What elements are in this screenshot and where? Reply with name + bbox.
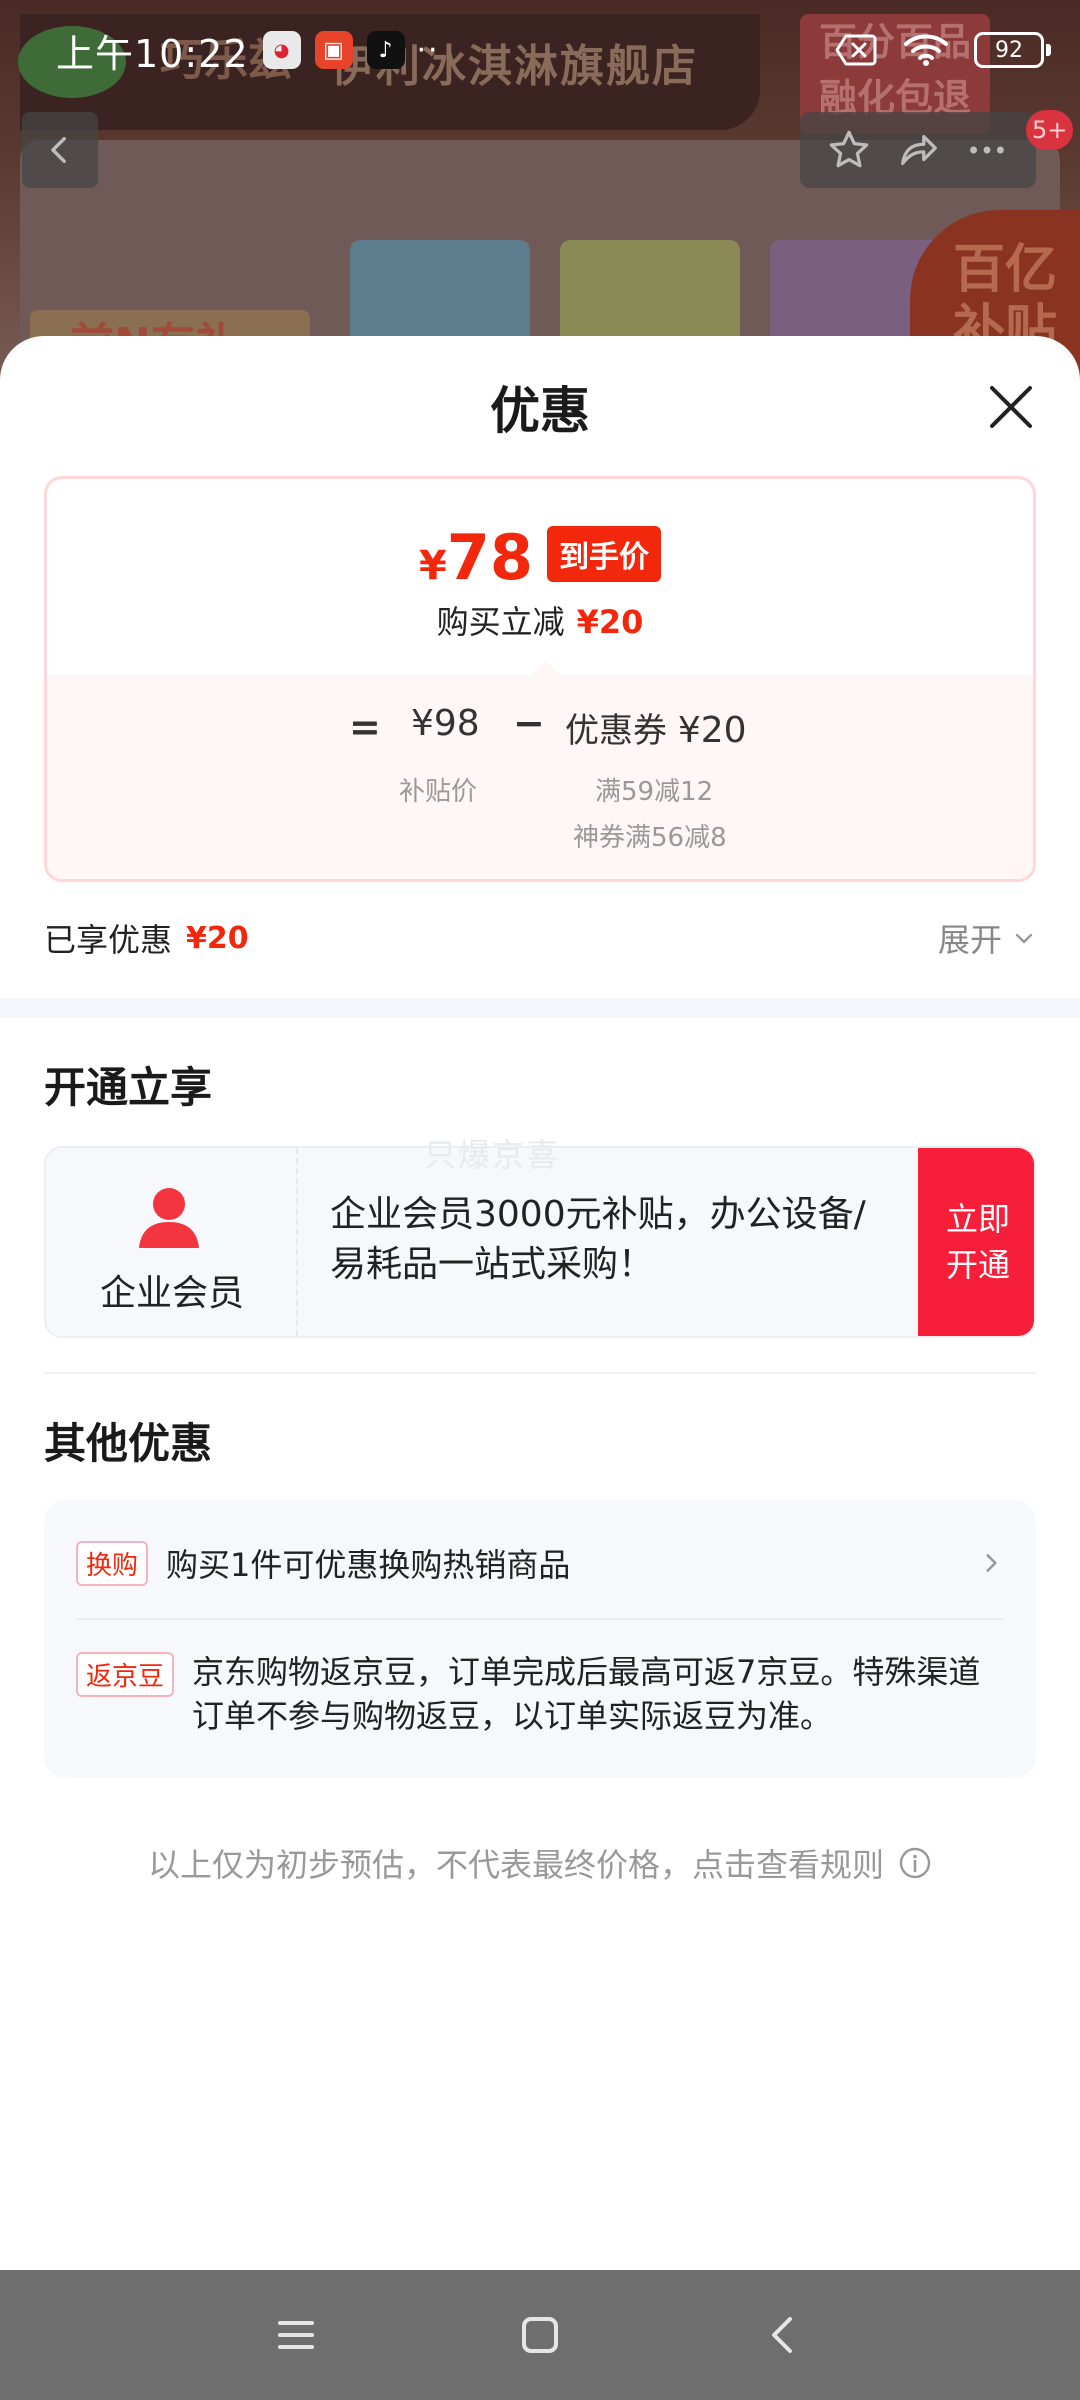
wifi-icon: [904, 34, 948, 66]
chevron-right-icon: [986, 1554, 997, 1572]
section-divider: [0, 998, 1080, 1018]
more-icon[interactable]: [964, 127, 1010, 173]
status-bar: 上午10:22 ◕ ▣ ♪ ·· 92: [0, 0, 1080, 100]
notification-app-icon-2: ▣: [314, 31, 353, 69]
list-separator: [76, 1618, 1004, 1620]
sheet-title: 优惠: [490, 382, 590, 440]
final-price-tag: 到手价: [547, 526, 662, 582]
price-breakdown-card: ¥78 到手价 购买立减 ¥20 = ¥98 − 优惠券 ¥20 补贴价 满59减…: [44, 476, 1036, 882]
chevron-down-icon: [1015, 933, 1033, 944]
status-more-indicator: ··: [416, 32, 440, 68]
coupon-amount: 优惠券 ¥20: [565, 703, 747, 752]
jingdou-text: 京东购物返京豆，订单完成后最高可返7京豆。特殊渠道订单不参与购物返豆，以订单实际…: [192, 1653, 981, 1735]
discount-sheet: 优惠 ¥78 到手价 购买立减 ¥20 = ¥98 − 优惠券 ¥20 补贴价 满…: [0, 336, 1080, 2270]
expand-button[interactable]: 展开: [938, 915, 1036, 961]
final-price-value: 78: [446, 521, 534, 594]
subsidy-price: ¥98: [411, 703, 480, 744]
enjoyed-discount-label: 已享优惠: [44, 921, 173, 959]
other-discounts-list: 换购 购买1件可优惠换购热销商品 返京豆 京东购物返京豆，订单完成后最高可返7京…: [44, 1500, 1036, 1778]
final-price-row: ¥78 到手价: [47, 523, 1033, 601]
expand-label: 展开: [937, 921, 1002, 959]
final-price: ¥78: [419, 523, 533, 601]
subsidy-price-label: 补贴价: [399, 777, 478, 807]
sim-off-icon: [835, 34, 877, 66]
calc-equals: =: [349, 705, 381, 749]
instant-discount-label: 购买立减: [436, 603, 565, 641]
separator: [44, 1372, 1036, 1374]
coupon-label: 优惠券: [565, 711, 667, 751]
share-icon[interactable]: [895, 127, 941, 173]
subsidy-line-1: 百亿: [952, 240, 1057, 300]
open-now-button[interactable]: 立即开通: [918, 1148, 1034, 1336]
calc-minus: −: [513, 701, 545, 745]
watermark: 只爆京喜: [424, 1136, 561, 1174]
rules-link[interactable]: 以上仅为初步预估，不代表最终价格，点击查看规则: [0, 1840, 1080, 1886]
enjoyed-discount-row: 已享优惠 ¥20 展开: [44, 908, 1036, 968]
status-time: 上午10:22: [56, 31, 249, 76]
other-section-title: 其他优惠: [44, 1419, 213, 1468]
battery-indicator: 92: [974, 32, 1051, 68]
close-icon[interactable]: [980, 376, 1042, 438]
star-icon[interactable]: [826, 127, 872, 173]
instant-discount-amount: ¥20: [576, 603, 644, 641]
coupon-detail-1: 满59减12: [595, 777, 714, 807]
person-icon: [139, 1188, 199, 1248]
status-app-icons: ◕ ▣ ♪: [262, 31, 405, 69]
battery-level: 92: [995, 37, 1023, 63]
system-nav-bar: [0, 2270, 1080, 2400]
message-count-badge: 5+: [1026, 110, 1074, 150]
exchange-purchase-item[interactable]: 换购 购买1件可优惠换购热销商品: [76, 1540, 1004, 1586]
notification-app-icon-1: ◕: [262, 31, 301, 69]
home-square-icon[interactable]: [518, 2313, 562, 2357]
exchange-tag: 换购: [76, 1540, 149, 1586]
back-button[interactable]: [22, 112, 98, 188]
top-action-group: [800, 112, 1036, 188]
menu-icon[interactable]: [274, 2313, 318, 2357]
status-right-group: 92: [834, 32, 1051, 68]
member-name: 企业会员: [99, 1273, 244, 1314]
member-description: 企业会员3000元补贴，办公设备/易耗品一站式采购！: [330, 1194, 866, 1285]
jingdou-tag: 返京豆: [76, 1652, 175, 1697]
info-icon: [899, 1847, 931, 1879]
member-badge: 企业会员: [46, 1148, 298, 1336]
back-icon[interactable]: [762, 2313, 806, 2357]
coupon-detail-2: 神券满56减8: [573, 823, 727, 853]
enjoyed-discount-amount: ¥20: [186, 920, 249, 956]
instant-discount-row: 购买立减 ¥20: [47, 597, 1033, 643]
final-price-currency: ¥: [418, 543, 447, 589]
back-icon: [51, 136, 66, 164]
tiktok-icon: ♪: [366, 31, 405, 69]
coupon-value: ¥20: [677, 710, 747, 751]
disclaimer-text: 以上仅为初步预估，不代表最终价格，点击查看规则: [147, 1846, 884, 1884]
exchange-text: 购买1件可优惠换购热销商品: [166, 1546, 571, 1584]
open-section-title: 开通立享: [44, 1063, 213, 1112]
